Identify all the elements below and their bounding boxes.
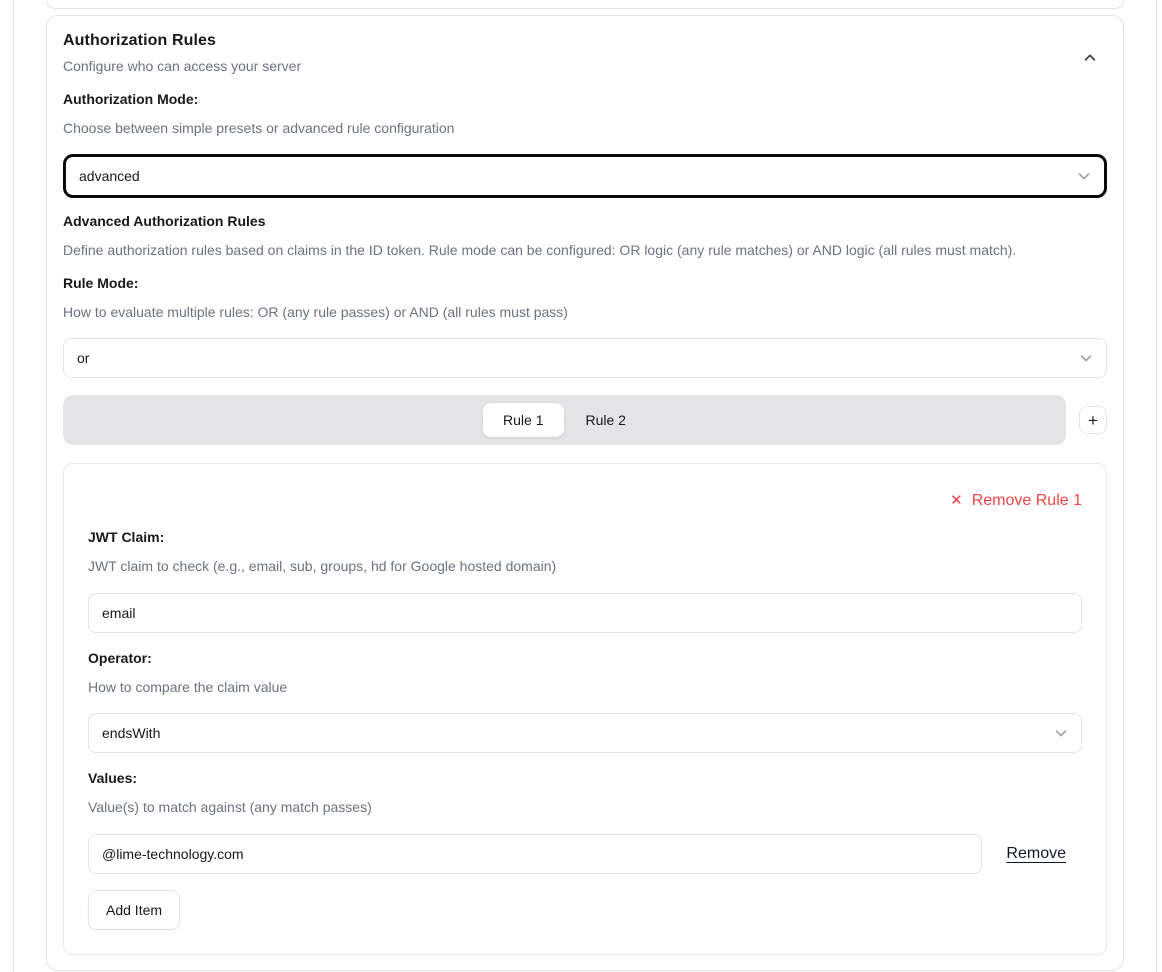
chevron-down-icon [1054,726,1068,740]
operator-description: How to compare the claim value [88,678,1082,696]
card-header-text: Authorization Rules Configure who can ac… [63,31,301,75]
remove-rule-button[interactable]: ✕ Remove Rule 1 [950,490,1082,512]
add-rule-button[interactable]: + [1079,406,1107,434]
jwt-claim-input[interactable] [88,593,1082,633]
chevron-up-icon [1083,51,1097,65]
authorization-mode-label: Authorization Mode: [63,90,1107,108]
operator-label: Operator: [88,649,1082,667]
page-subtitle: Configure who can access your server [63,57,301,75]
chevron-down-icon [1077,169,1091,183]
rule-1-card: ✕ Remove Rule 1 JWT Claim: JWT claim to … [63,463,1107,955]
authorization-mode-description: Choose between simple presets or advance… [63,119,1107,137]
rule-mode-select[interactable]: or [63,338,1107,378]
authorization-rules-card: Authorization Rules Configure who can ac… [46,15,1124,971]
authorization-mode-select[interactable]: advanced [63,154,1107,198]
collapse-section-button[interactable] [1077,45,1103,71]
page-title: Authorization Rules [63,31,301,51]
chevron-down-icon [1079,351,1093,365]
remove-rule-row: ✕ Remove Rule 1 [88,490,1082,512]
operator-value: endsWith [102,725,160,741]
values-label: Values: [88,769,1082,787]
add-item-button[interactable]: Add Item [88,890,180,930]
jwt-claim-label: JWT Claim: [88,528,1082,546]
card-header: Authorization Rules Configure who can ac… [63,31,1107,75]
previous-card-edge [46,0,1124,9]
tab-rule-2[interactable]: Rule 2 [566,403,646,437]
operator-select[interactable]: endsWith [88,713,1082,753]
tab-rule-1[interactable]: Rule 1 [483,403,563,437]
authorization-mode-value: advanced [79,168,140,184]
rule-mode-value: or [77,350,89,366]
values-description: Value(s) to match against (any match pas… [88,798,1082,816]
rule-tab-list: Rule 1 Rule 2 [63,395,1066,445]
remove-rule-label: Remove Rule 1 [972,490,1082,512]
advanced-rules-heading: Advanced Authorization Rules [63,212,1107,230]
plus-icon: + [1088,412,1098,429]
jwt-claim-description: JWT claim to check (e.g., email, sub, gr… [88,557,1082,575]
close-icon: ✕ [950,490,963,512]
value-input[interactable] [88,834,982,874]
rule-mode-description: How to evaluate multiple rules: OR (any … [63,303,1107,321]
settings-panel: Authorization Rules Configure who can ac… [13,0,1157,972]
advanced-rules-description: Define authorization rules based on clai… [63,241,1107,259]
rule-tabs-row: Rule 1 Rule 2 + [63,395,1107,445]
remove-value-link[interactable]: Remove [1006,845,1066,863]
value-item-row: Remove [88,834,1082,874]
rule-mode-label: Rule Mode: [63,274,1107,292]
